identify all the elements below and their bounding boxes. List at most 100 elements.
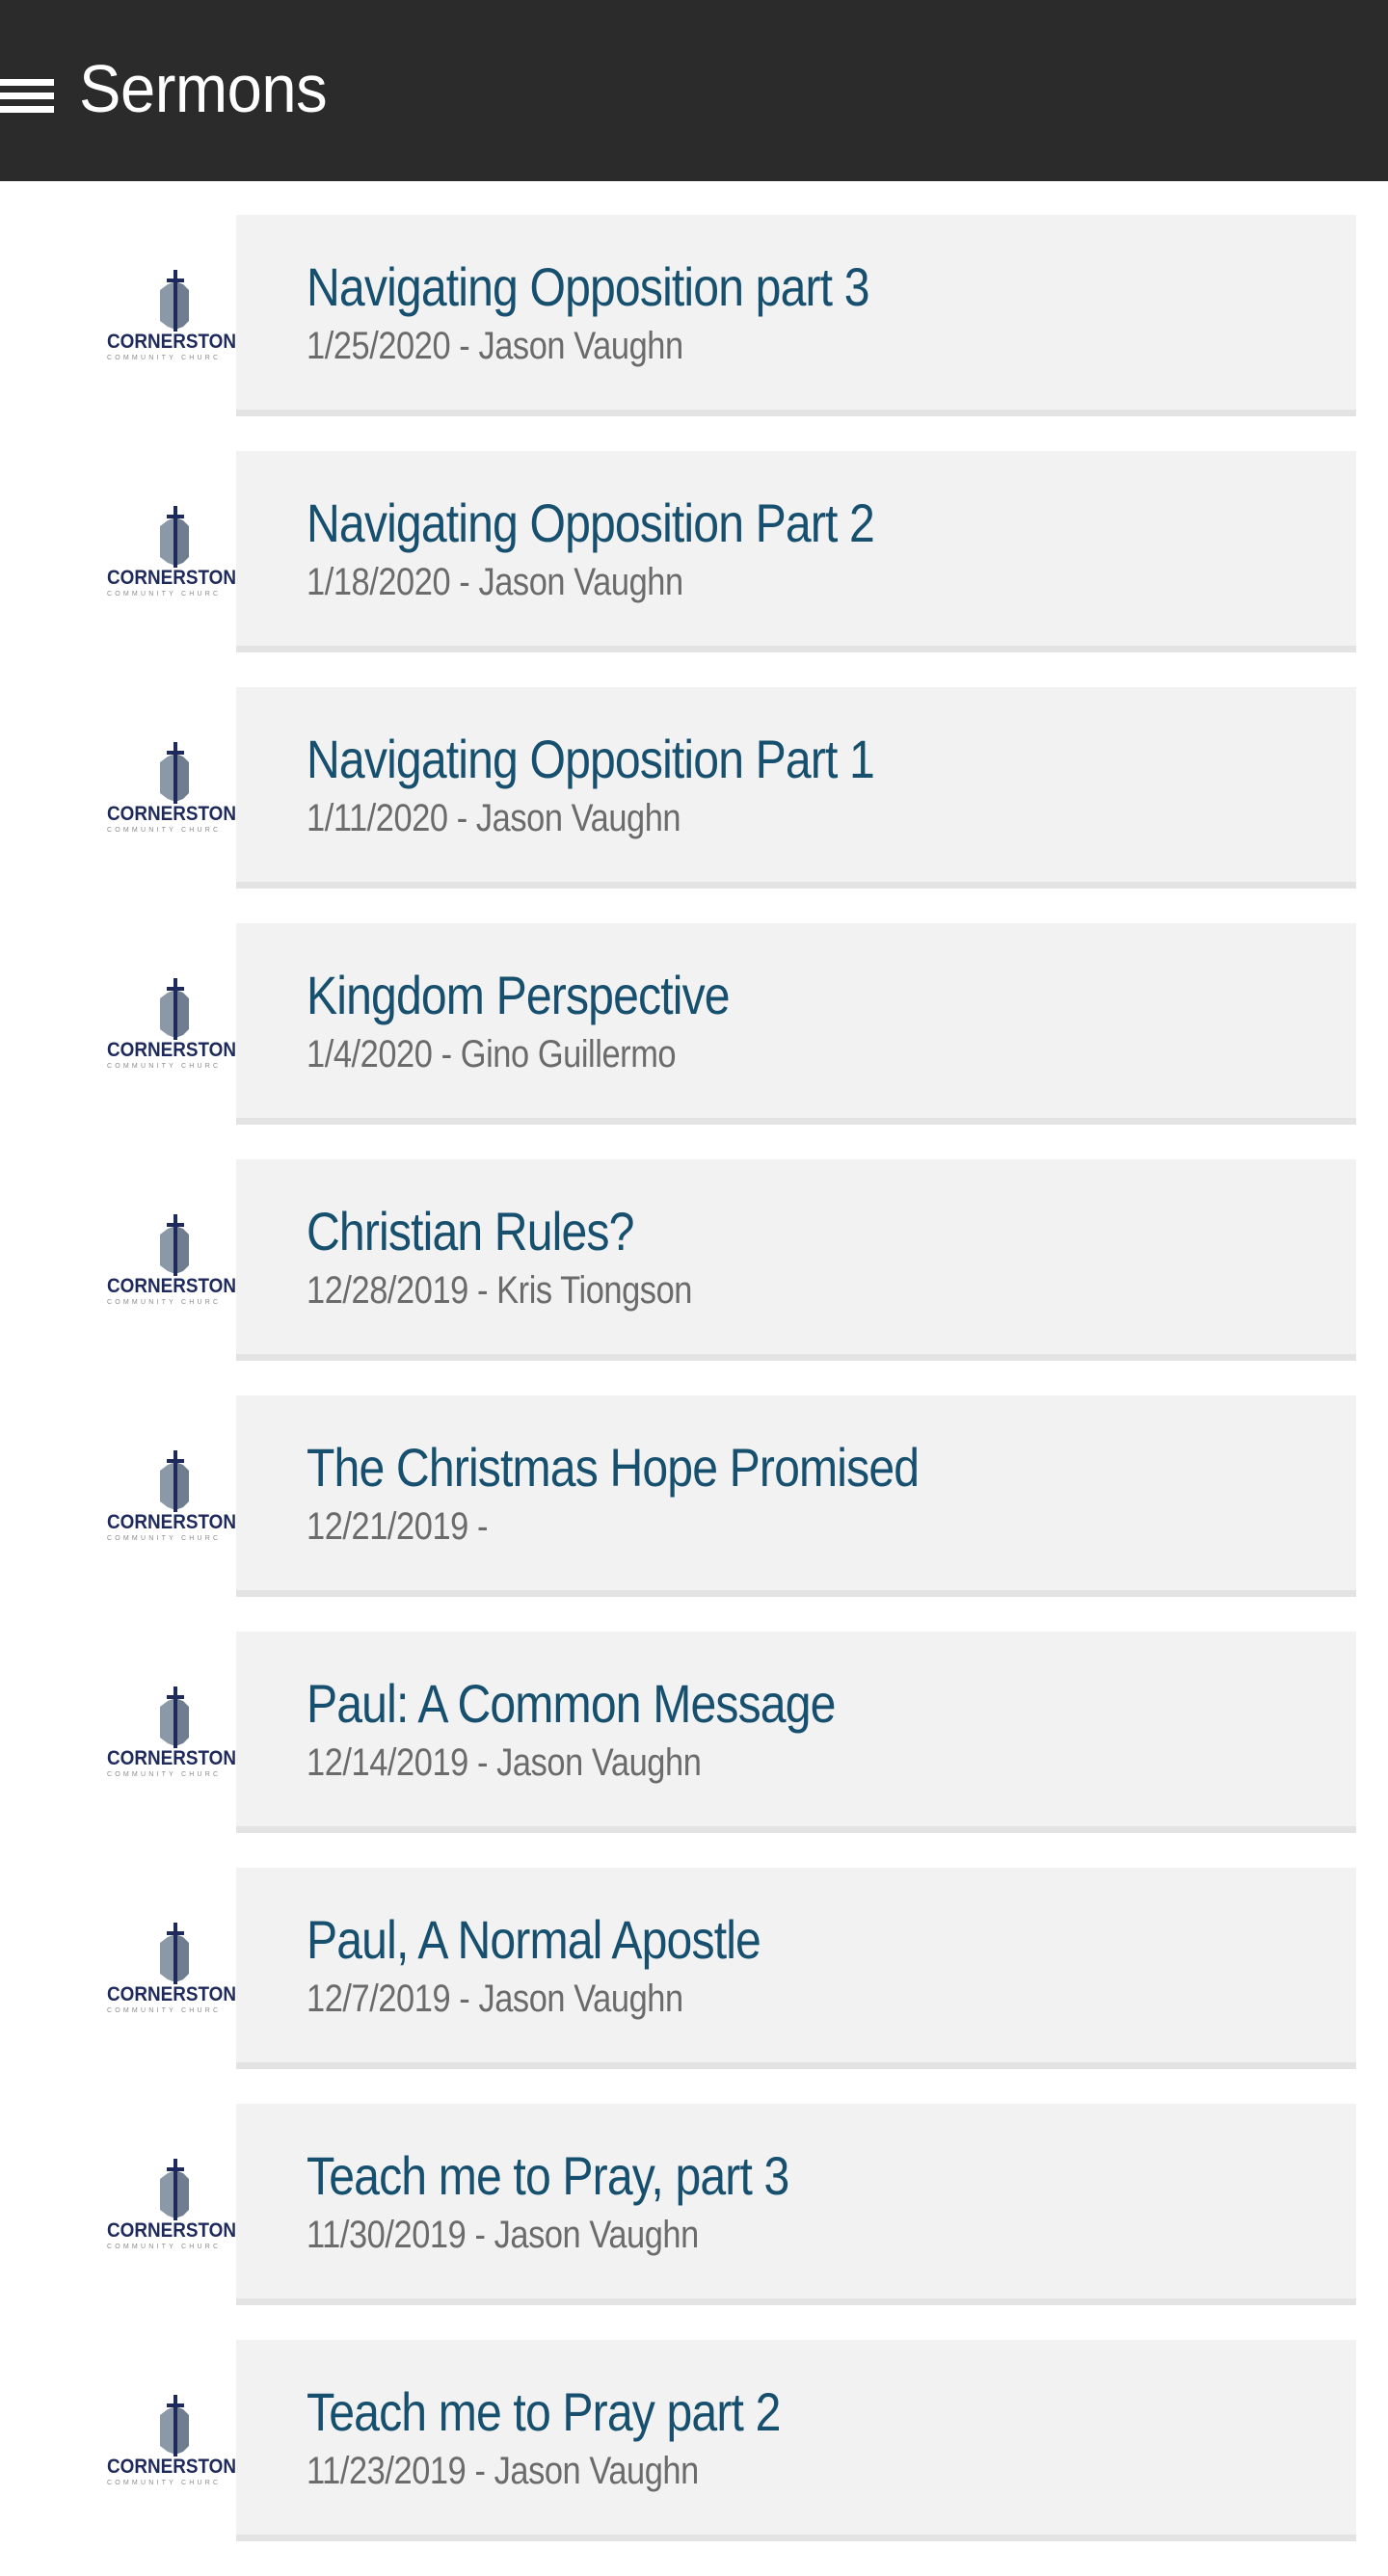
church-logo: CORNERSTON COMMUNITY CHURC [104,735,236,836]
cornerstone-shape [175,1698,189,1746]
cornerstone-logo-icon: CORNERSTON COMMUNITY CHURC [107,270,236,361]
sermon-meta: 12/21/2019 - [307,1505,489,1548]
church-logo: CORNERSTON COMMUNITY CHURC [104,1916,236,2016]
cornerstone-shape [175,1462,189,1510]
cornerstone-shape [175,2170,189,2218]
cornerstone-shape [160,2406,175,2455]
logo-wordmark: CORNERSTON [107,331,236,353]
cornerstone-logo-icon: CORNERSTON COMMUNITY CHURC [107,742,236,834]
sermon-title[interactable]: The Christmas Hope Promised [307,1436,920,1500]
sermon-title[interactable]: Navigating Opposition part 3 [307,255,870,319]
sermon-meta: 12/14/2019 - Jason Vaughn [307,1741,702,1784]
sermon-meta: 12/7/2019 - Jason Vaughn [307,1978,683,2020]
cross-horizontal [167,751,184,755]
cross-horizontal [167,1223,184,1227]
sermon-card[interactable]: Navigating Opposition Part 1 1/11/2020 -… [236,687,1356,889]
cornerstone-logo-icon: CORNERSTON COMMUNITY CHURC [107,1923,236,2014]
sermon-title[interactable]: Navigating Opposition Part 1 [307,728,875,791]
cornerstone-shape [160,1462,175,1510]
logo-wordmark: CORNERSTON [107,1747,236,1769]
sermon-card[interactable]: Navigating Opposition part 3 1/25/2020 -… [236,215,1356,416]
menu-bar [0,79,54,86]
sermon-card[interactable]: Teach me to Pray, part 3 11/30/2019 - Ja… [236,2104,1356,2305]
cross-horizontal [167,2167,184,2171]
sermon-meta: 12/28/2019 - Kris Tiongson [307,1269,692,1312]
church-logo: CORNERSTON COMMUNITY CHURC [104,1444,236,1544]
sermon-list-item: CORNERSTON COMMUNITY CHURC Kingdom Persp… [0,923,1388,1159]
cornerstone-logo-icon: CORNERSTON COMMUNITY CHURC [107,1450,236,1542]
sermon-title[interactable]: Paul, A Normal Apostle [307,1908,761,1972]
logo-wordmark: CORNERSTON [107,2456,236,2478]
cornerstone-shape [175,1934,189,1982]
sermon-title[interactable]: Kingdom Perspective [307,964,731,1027]
menu-bar [0,106,54,113]
cross-horizontal [167,1695,184,1699]
logo-wordmark: CORNERSTON [107,1511,236,1533]
sermon-list-item: CORNERSTON COMMUNITY CHURC Teach me to P… [0,2104,1388,2340]
sermon-card[interactable]: The Christmas Hope Promised 12/21/2019 - [236,1395,1356,1597]
church-logo: CORNERSTON COMMUNITY CHURC [104,1680,236,1780]
sermon-list-item: CORNERSTON COMMUNITY CHURC Navigating Op… [0,687,1388,923]
cornerstone-shape [175,281,189,330]
cornerstone-shape [175,990,189,1038]
sermon-meta: 11/30/2019 - Jason Vaughn [307,2214,699,2256]
church-logo: CORNERSTON COMMUNITY CHURC [104,2388,236,2488]
logo-wordmark: CORNERSTON [107,1983,236,2005]
logo-subtitle: COMMUNITY CHURC [107,1535,221,1542]
church-logo: CORNERSTON COMMUNITY CHURC [104,499,236,599]
cornerstone-logo-icon: CORNERSTON COMMUNITY CHURC [107,1214,236,1306]
cornerstone-logo-icon: CORNERSTON COMMUNITY CHURC [107,506,236,598]
sermon-title[interactable]: Navigating Opposition Part 2 [307,491,875,555]
sermon-meta: 11/23/2019 - Jason Vaughn [307,2450,699,2492]
logo-wordmark: CORNERSTON [107,567,236,589]
sermon-card[interactable]: Christian Rules? 12/28/2019 - Kris Tiong… [236,1159,1356,1361]
church-logo: CORNERSTON COMMUNITY CHURC [104,971,236,1072]
cornerstone-logo-icon: CORNERSTON COMMUNITY CHURC [107,2395,236,2486]
cornerstone-logo-icon: CORNERSTON COMMUNITY CHURC [107,1686,236,1778]
cross-horizontal [167,987,184,991]
cornerstone-shape [160,1698,175,1746]
sermon-card[interactable]: Paul: A Common Message 12/14/2019 - Jaso… [236,1632,1356,1833]
cross-horizontal [167,515,184,518]
sermon-title[interactable]: Teach me to Pray, part 3 [307,2144,789,2208]
app-header: Sermons [0,0,1388,181]
sermon-meta: 1/25/2020 - Jason Vaughn [307,325,683,367]
sermon-title[interactable]: Christian Rules? [307,1200,634,1263]
church-logo: CORNERSTON COMMUNITY CHURC [104,1208,236,1308]
menu-bar [0,93,54,99]
cornerstone-shape [175,1226,189,1274]
sermon-list-item: CORNERSTON COMMUNITY CHURC Navigating Op… [0,215,1388,451]
logo-subtitle: COMMUNITY CHURC [107,1771,221,1778]
cornerstone-shape [160,1934,175,1982]
sermon-card[interactable]: Teach me to Pray part 2 11/23/2019 - Jas… [236,2340,1356,2541]
logo-subtitle: COMMUNITY CHURC [107,2244,221,2250]
cross-horizontal [167,2403,184,2407]
logo-subtitle: COMMUNITY CHURC [107,827,221,834]
cross-horizontal [167,1931,184,1935]
sermon-meta: 1/11/2020 - Jason Vaughn [307,797,681,839]
logo-subtitle: COMMUNITY CHURC [107,1299,221,1306]
sermon-card[interactable]: Kingdom Perspective 1/4/2020 - Gino Guil… [236,923,1356,1125]
sermon-card[interactable]: Paul, A Normal Apostle 12/7/2019 - Jason… [236,1868,1356,2069]
sermon-list-item: CORNERSTON COMMUNITY CHURC The Christmas… [0,1395,1388,1632]
logo-wordmark: CORNERSTON [107,2219,236,2242]
sermon-list-item: CORNERSTON COMMUNITY CHURC Navigating Op… [0,451,1388,687]
cornerstone-shape [175,2406,189,2455]
menu-button[interactable] [0,75,56,116]
sermon-list-item: CORNERSTON COMMUNITY CHURC Christian Rul… [0,1159,1388,1395]
logo-subtitle: COMMUNITY CHURC [107,1063,221,1070]
sermon-title[interactable]: Teach me to Pray part 2 [307,2380,781,2444]
sermon-list-item: CORNERSTON COMMUNITY CHURC Paul, A Norma… [0,1868,1388,2104]
church-logo: CORNERSTON COMMUNITY CHURC [104,263,236,363]
sermon-card[interactable]: Navigating Opposition Part 2 1/18/2020 -… [236,451,1356,652]
cornerstone-shape [175,518,189,566]
cornerstone-shape [160,518,175,566]
logo-subtitle: COMMUNITY CHURC [107,2007,221,2014]
sermon-title[interactable]: Paul: A Common Message [307,1672,836,1736]
cornerstone-shape [160,281,175,330]
logo-subtitle: COMMUNITY CHURC [107,591,221,598]
cornerstone-shape [175,754,189,802]
cross-horizontal [167,1459,184,1463]
sermon-list-item: CORNERSTON COMMUNITY CHURC Paul: A Commo… [0,1632,1388,1868]
sermon-meta: 1/18/2020 - Jason Vaughn [307,561,683,603]
